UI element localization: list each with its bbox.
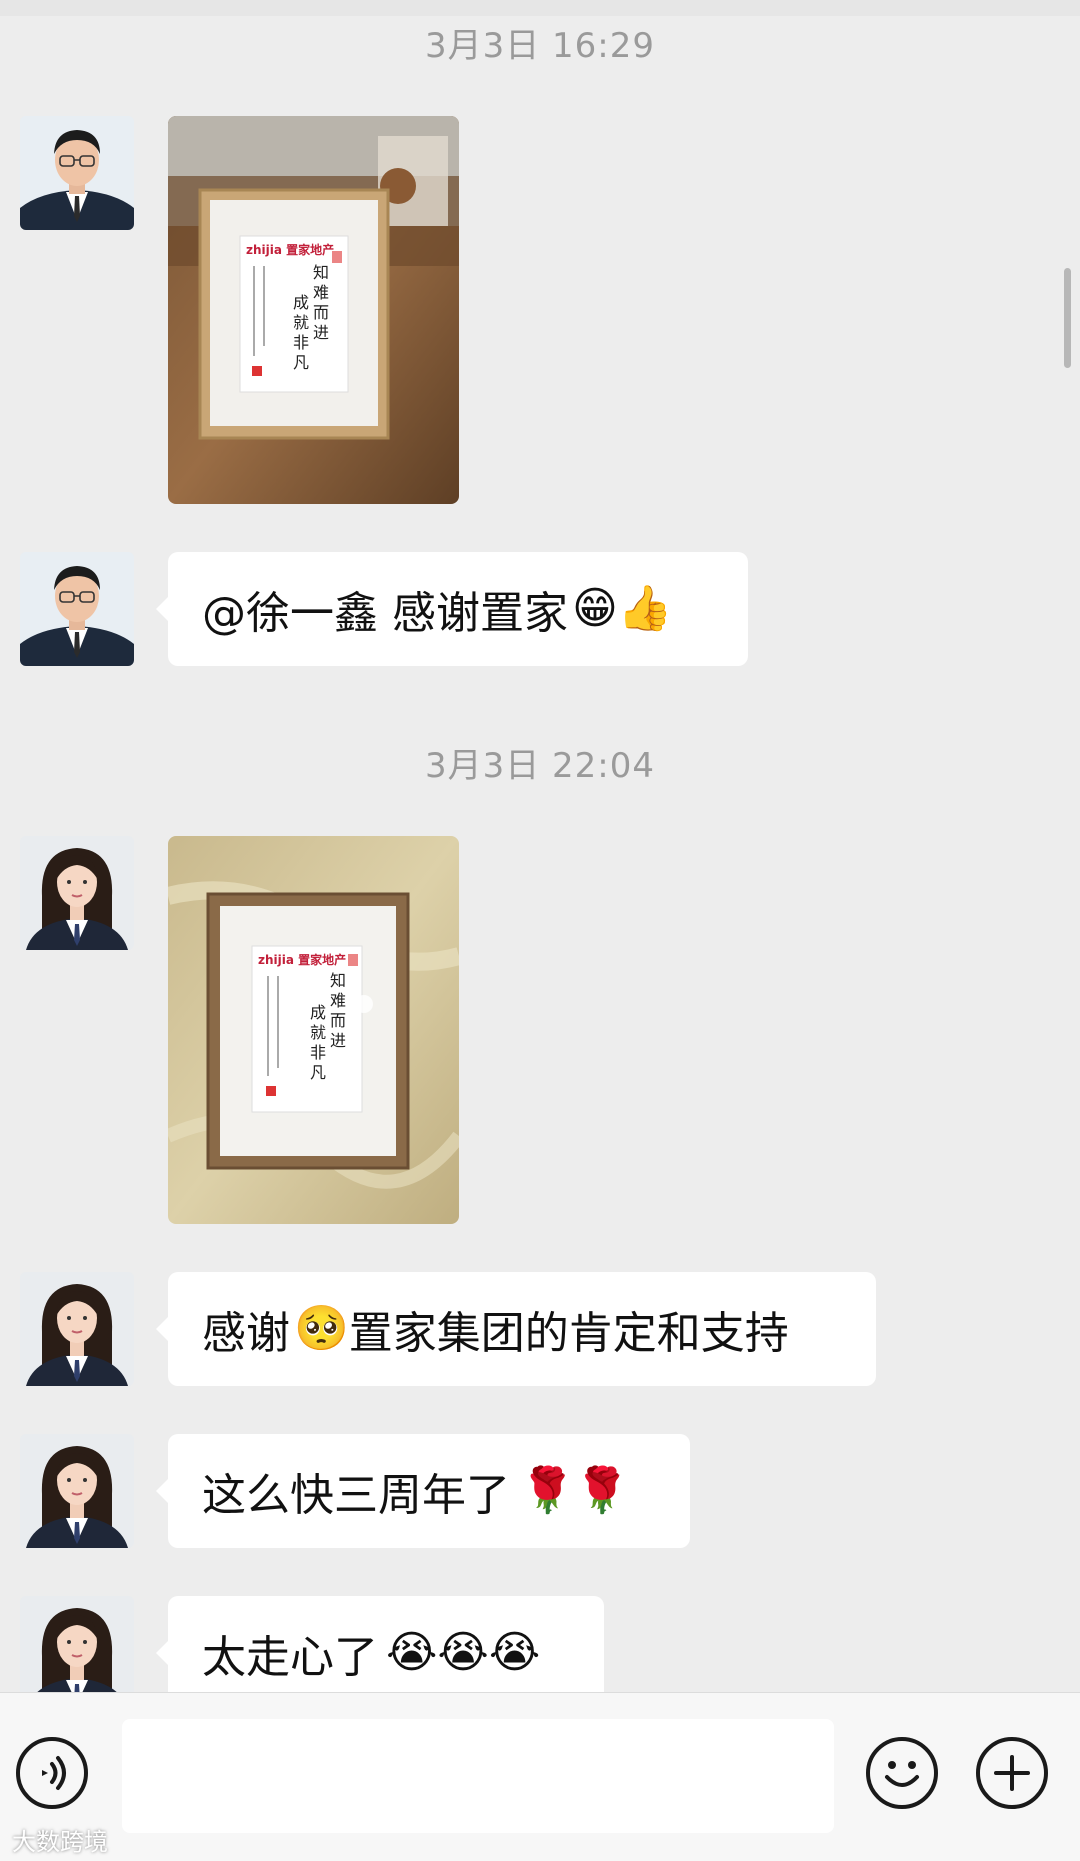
emoji-icon — [885, 1761, 919, 1787]
timestamp: 3月3日 22:04 — [424, 746, 656, 786]
text-message-bubble[interactable]: 太走心了 😭😭😭 — [156, 1596, 604, 1692]
svg-text:就: 就 — [310, 1023, 326, 1042]
svg-text:成: 成 — [293, 293, 309, 312]
svg-text:而: 而 — [313, 303, 329, 322]
more-options-button[interactable] — [976, 1737, 1048, 1809]
svg-text:难: 难 — [330, 991, 346, 1010]
rose-emoji-icon: 🌹🌹 — [520, 1465, 630, 1516]
svg-text:而: 而 — [330, 1011, 346, 1030]
svg-text:进: 进 — [330, 1031, 346, 1050]
brand-logo-text: zhijia 置家地产 — [258, 952, 346, 967]
image-message-frame-photo-1[interactable]: zhijia 置家地产 知难 而进 成就 非凡 — [168, 116, 459, 504]
message-text: 感谢 — [202, 1308, 290, 1359]
message-text: 感谢置家 — [392, 588, 568, 639]
pleading-face-emoji-icon: 🥺 — [294, 1303, 349, 1354]
top-edge — [0, 0, 1080, 16]
svg-text:就: 就 — [293, 313, 309, 332]
text-message-bubble[interactable]: 感谢 🥺 置家集团的肯定和支持 — [156, 1272, 876, 1386]
avatar-woman[interactable] — [20, 1272, 134, 1386]
svg-text:成: 成 — [310, 1003, 326, 1022]
avatar-man[interactable] — [20, 116, 134, 230]
message-text: 这么快三周年了 — [202, 1470, 510, 1521]
avatar-woman[interactable] — [20, 1434, 134, 1548]
svg-text:非: 非 — [293, 333, 309, 352]
timestamp: 3月3日 16:29 — [424, 26, 656, 66]
message-text: 太走心了 — [202, 1632, 378, 1683]
plus-icon — [994, 1755, 1030, 1791]
svg-text:难: 难 — [313, 283, 329, 302]
grin-thumbsup-emoji-icon: 😁👍 — [572, 583, 673, 634]
mention-text[interactable]: @徐一鑫 — [202, 577, 378, 641]
svg-text:凡: 凡 — [293, 353, 309, 372]
svg-text:知: 知 — [313, 263, 329, 282]
text-message-bubble[interactable]: @徐一鑫 感谢置家 😁👍 — [156, 552, 748, 666]
svg-text:进: 进 — [313, 323, 329, 342]
emoji-picker-button[interactable] — [866, 1737, 938, 1809]
avatar-woman[interactable] — [20, 836, 134, 950]
svg-text:非: 非 — [310, 1043, 326, 1062]
message-text: 置家集团的肯定和支持 — [348, 1308, 789, 1359]
message-input[interactable] — [122, 1719, 834, 1833]
svg-text:凡: 凡 — [310, 1063, 326, 1082]
watermark: 大数跨境 — [12, 1828, 108, 1856]
text-message-bubble[interactable]: 这么快三周年了 🌹🌹 — [156, 1434, 690, 1548]
chat-input-bar — [0, 1692, 1080, 1861]
scrollbar[interactable] — [1064, 268, 1071, 368]
voice-icon — [42, 1756, 66, 1790]
svg-text:知: 知 — [330, 971, 346, 990]
image-message-frame-photo-2[interactable]: zhijia 置家地产 知难 而进 成就 非凡 — [168, 836, 459, 1224]
voice-input-button[interactable] — [16, 1737, 88, 1809]
crying-face-emoji-icon: 😭😭😭 — [386, 1627, 541, 1678]
avatar-man[interactable] — [20, 552, 134, 666]
avatar-woman[interactable] — [20, 1596, 134, 1692]
chat-message-area[interactable]: 3月3日 16:29 zhijia 置家地产 知 难 而 进 成 就 非 凡 @… — [0, 0, 1080, 1692]
brand-logo-text: zhijia 置家地产 — [246, 242, 334, 257]
